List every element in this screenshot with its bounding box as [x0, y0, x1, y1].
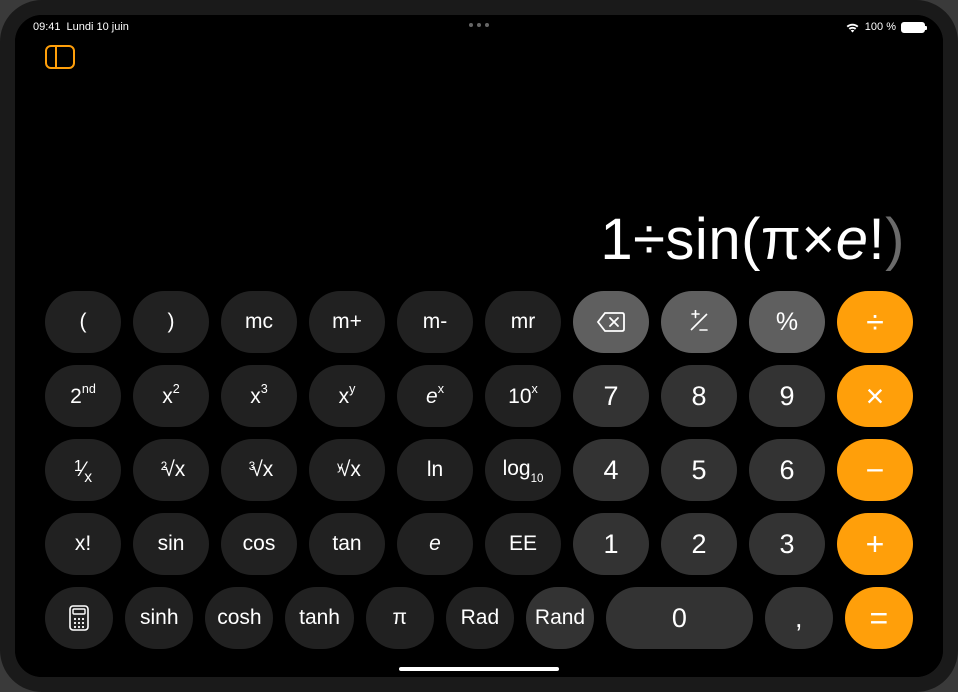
key-factorial[interactable]: x!: [45, 513, 121, 575]
key-ln[interactable]: ln: [397, 439, 473, 501]
key-9[interactable]: 9: [749, 365, 825, 427]
key-sin[interactable]: sin: [133, 513, 209, 575]
home-indicator[interactable]: [399, 667, 559, 671]
key-sqrt[interactable]: 2√x: [133, 439, 209, 501]
key-7[interactable]: 7: [573, 365, 649, 427]
keypad: ( ) mc m+ m- mr % ÷: [15, 291, 943, 677]
backspace-icon: [596, 311, 626, 333]
key-2nd[interactable]: 2nd: [45, 365, 121, 427]
key-1[interactable]: 1: [573, 513, 649, 575]
calculator-display: 1÷sin(π×e!): [15, 39, 943, 291]
calculator-icon: [69, 605, 89, 631]
key-6[interactable]: 6: [749, 439, 825, 501]
key-plus[interactable]: +: [837, 513, 913, 575]
key-0[interactable]: 0: [606, 587, 753, 649]
key-rad[interactable]: Rad: [446, 587, 514, 649]
key-m-plus[interactable]: m+: [309, 291, 385, 353]
key-tanh[interactable]: tanh: [285, 587, 353, 649]
expr-part: 1÷sin(π×: [600, 207, 835, 272]
key-sinh[interactable]: sinh: [125, 587, 193, 649]
key-tan[interactable]: tan: [309, 513, 385, 575]
key-percent[interactable]: %: [749, 291, 825, 353]
key-right-paren[interactable]: ): [133, 291, 209, 353]
key-divide[interactable]: ÷: [837, 291, 913, 353]
expr-part: !: [869, 207, 886, 272]
key-yroot[interactable]: y√x: [309, 439, 385, 501]
battery-icon: [901, 22, 925, 33]
sidebar-toggle-icon[interactable]: [45, 45, 75, 69]
key-backspace[interactable]: [573, 291, 649, 353]
key-reciprocal[interactable]: 1⁄x: [45, 439, 121, 501]
key-multiply[interactable]: ×: [837, 365, 913, 427]
key-4[interactable]: 4: [573, 439, 649, 501]
key-cos[interactable]: cos: [221, 513, 297, 575]
key-x-pow-y[interactable]: xy: [309, 365, 385, 427]
key-x-cubed[interactable]: x3: [221, 365, 297, 427]
key-rand[interactable]: Rand: [526, 587, 594, 649]
key-mc[interactable]: mc: [221, 291, 297, 353]
key-e-pow-x[interactable]: ex: [397, 365, 473, 427]
key-log10[interactable]: log10: [485, 439, 561, 501]
expr-euler: e: [836, 207, 869, 272]
key-pi[interactable]: π: [366, 587, 434, 649]
key-x-squared[interactable]: x2: [133, 365, 209, 427]
plus-minus-icon: [687, 310, 711, 334]
key-decimal[interactable]: ,: [765, 587, 833, 649]
side-indicator: [2, 355, 5, 358]
key-sign[interactable]: [661, 291, 737, 353]
key-10-pow-x[interactable]: 10x: [485, 365, 561, 427]
key-minus[interactable]: −: [837, 439, 913, 501]
multitask-dots[interactable]: [15, 23, 943, 27]
key-cbrt[interactable]: 3√x: [221, 439, 297, 501]
key-8[interactable]: 8: [661, 365, 737, 427]
key-mr[interactable]: mr: [485, 291, 561, 353]
ipad-frame: 09:41 Lundi 10 juin 100 % 1÷sin(π×e!): [0, 0, 958, 692]
key-left-paren[interactable]: (: [45, 291, 121, 353]
screen: 09:41 Lundi 10 juin 100 % 1÷sin(π×e!): [15, 15, 943, 677]
key-3[interactable]: 3: [749, 513, 825, 575]
expr-close-paren: ): [885, 207, 905, 272]
key-ee[interactable]: EE: [485, 513, 561, 575]
status-bar: 09:41 Lundi 10 juin 100 %: [15, 15, 943, 39]
key-equals[interactable]: =: [845, 587, 913, 649]
key-e[interactable]: e: [397, 513, 473, 575]
key-cosh[interactable]: cosh: [205, 587, 273, 649]
key-calculator-mode[interactable]: [45, 587, 113, 649]
key-m-minus[interactable]: m-: [397, 291, 473, 353]
key-5[interactable]: 5: [661, 439, 737, 501]
key-2[interactable]: 2: [661, 513, 737, 575]
